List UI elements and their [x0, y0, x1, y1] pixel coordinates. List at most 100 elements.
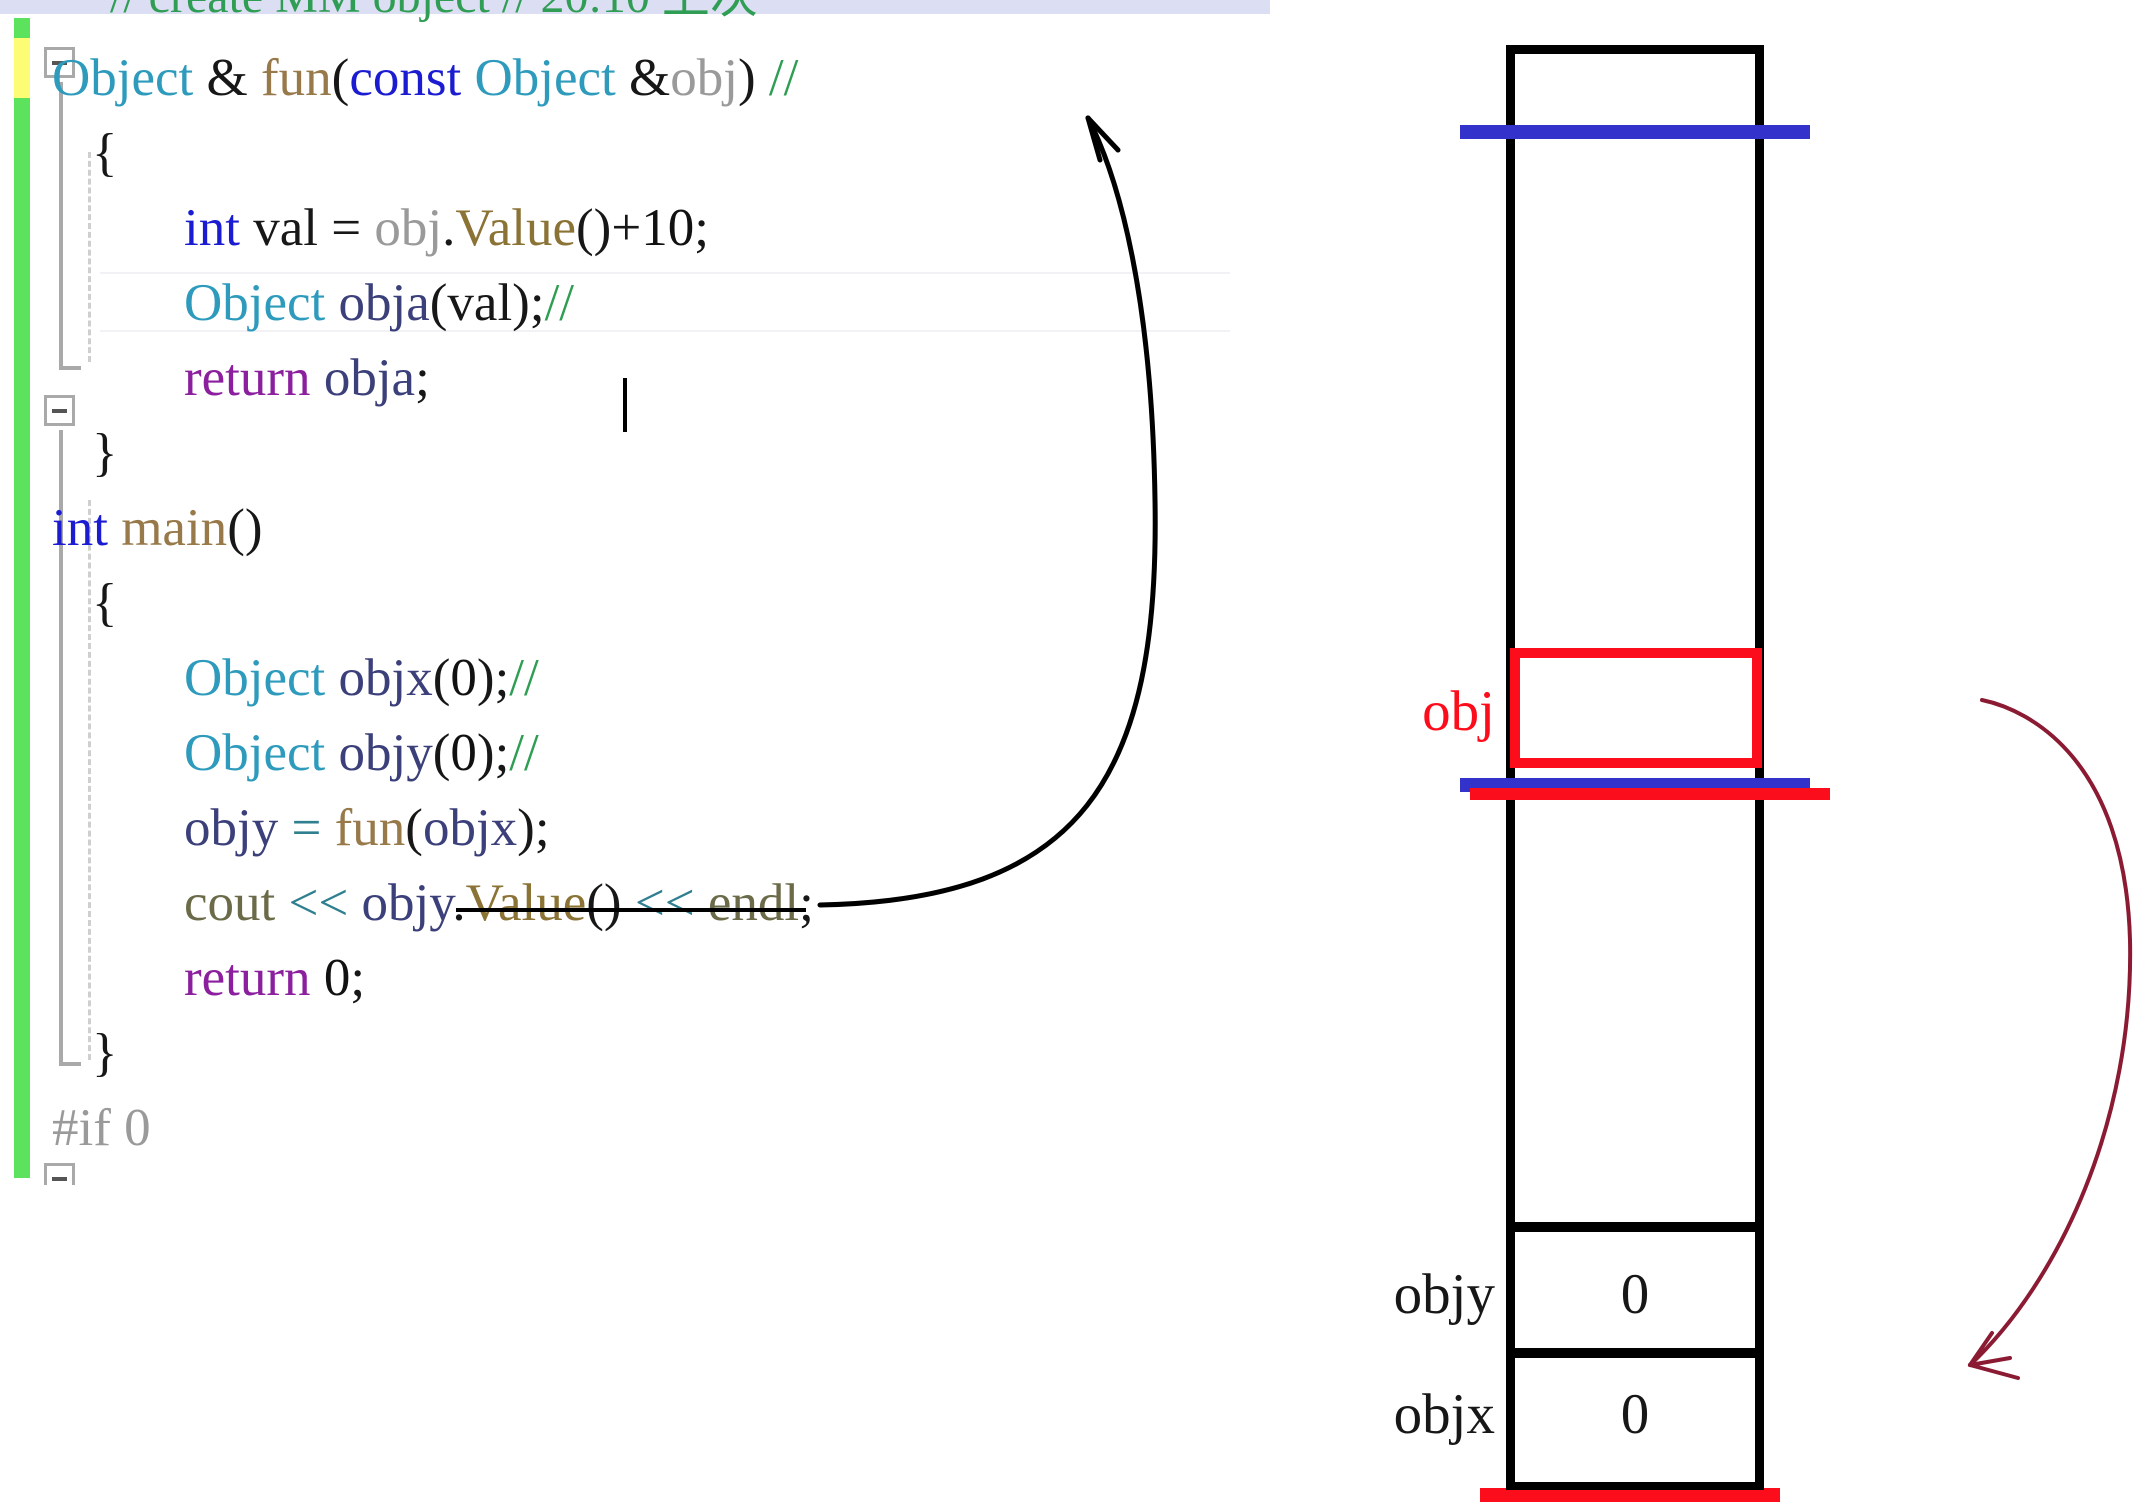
code-token: obja — [323, 349, 416, 407]
fold-toggle-main[interactable] — [44, 395, 75, 426]
code-token: (val); — [429, 274, 545, 332]
code-token: & — [615, 49, 671, 107]
code-token: = — [291, 799, 322, 857]
code-token: } — [92, 424, 118, 482]
code-token: objy — [338, 724, 433, 782]
code-token: #if 0 — [52, 1099, 151, 1157]
code-token: main — [121, 499, 228, 557]
code-token: ( — [331, 49, 350, 107]
code-token: << — [288, 874, 349, 932]
code-token: Object — [184, 724, 326, 782]
code-token: // create MM object // 20:10 上次 — [110, 0, 758, 23]
code-line[interactable]: { — [92, 124, 117, 182]
code-line[interactable]: cout << objy.Value() << endl; — [184, 874, 814, 932]
code-line[interactable]: { — [92, 574, 117, 632]
code-token: objy — [361, 874, 453, 932]
code-token: obja — [338, 274, 430, 332]
code-line[interactable]: // create MM object // 20:10 上次 — [110, 0, 758, 26]
code-token: ( — [432, 724, 451, 782]
code-line[interactable]: objy = fun(objx); — [184, 799, 550, 857]
objx-value: 0 — [1620, 1383, 1650, 1446]
code-token: Object — [474, 49, 616, 107]
fold-toggle-ifzero[interactable] — [44, 1163, 75, 1185]
code-line[interactable]: return 0; — [184, 949, 365, 1007]
code-token: int — [52, 499, 108, 557]
code-line[interactable]: Object obja(val);// — [184, 274, 574, 332]
obj-frame-box — [1510, 648, 1762, 768]
code-line[interactable]: Object objy(0);// — [184, 724, 539, 782]
code-line[interactable]: } — [92, 1024, 117, 1082]
stack-bottom-red-base — [1480, 1488, 1780, 1502]
code-token: fun — [334, 799, 406, 857]
code-line[interactable]: Object objx(0);// — [184, 649, 539, 707]
code-token: // — [544, 274, 575, 332]
stack-bottom-border — [1506, 1482, 1764, 1490]
obj-label: obj — [1422, 680, 1495, 743]
objx-top-border — [1506, 1348, 1764, 1358]
call-site-underline — [456, 908, 806, 912]
code-token: ; — [415, 349, 430, 407]
code-token: . — [442, 199, 456, 257]
gutter-change-marker-saved-2 — [14, 98, 30, 1178]
code-token: ; — [799, 874, 814, 932]
code-token: () — [586, 874, 622, 932]
code-token: Object — [52, 49, 194, 107]
code-token: 0 — [323, 949, 351, 1007]
code-token: cout — [184, 874, 276, 932]
code-token: fun — [261, 49, 332, 107]
code-token: 0 — [450, 724, 477, 782]
objy-label: objy — [1393, 1263, 1495, 1326]
code-token: const — [349, 49, 462, 107]
code-token: val = — [239, 199, 375, 257]
code-token: // — [768, 49, 799, 107]
code-token: Object — [184, 274, 326, 332]
indent-guide-fun-body — [88, 152, 91, 362]
code-token: ) — [737, 49, 756, 107]
code-token: ); — [476, 724, 510, 782]
code-token: // — [509, 649, 539, 707]
stack-top-blue-divider — [1460, 125, 1810, 139]
code-token: return — [184, 949, 311, 1007]
code-token: ( — [405, 799, 423, 857]
black-reference-arrow — [817, 115, 1158, 908]
code-token: << — [634, 874, 695, 932]
fold-bracket-fun — [59, 82, 63, 370]
code-token: Value — [455, 199, 577, 257]
gutter-change-marker-unsaved — [14, 38, 30, 98]
code-line[interactable]: Object & fun(const Object &obj) // — [52, 49, 798, 107]
objy-top-border — [1506, 1222, 1764, 1232]
code-token: return — [184, 349, 311, 407]
code-token: { — [92, 124, 118, 182]
text-caret — [623, 378, 627, 432]
code-token: obj — [670, 49, 738, 107]
code-line[interactable]: int main() — [52, 499, 263, 557]
code-token: objx — [422, 799, 518, 857]
objx-label: objx — [1393, 1383, 1495, 1446]
code-token: { — [92, 574, 118, 632]
code-token: obj — [374, 199, 443, 257]
code-line[interactable]: #if 0 — [52, 1099, 151, 1157]
stack-diagram: obj objy 0 objx 0 — [1270, 0, 2150, 1510]
code-token: objy — [184, 799, 279, 857]
code-line[interactable]: int val = obj.Value()+10; — [184, 199, 709, 257]
code-token: ; — [350, 949, 366, 1007]
code-token: int — [184, 199, 240, 257]
code-token: ()+ — [576, 199, 642, 257]
code-token: objx — [338, 649, 433, 707]
code-line[interactable]: return obja; — [184, 349, 430, 407]
code-token: . — [452, 874, 466, 932]
code-line[interactable]: } — [92, 424, 117, 482]
code-token: Object — [184, 649, 326, 707]
objy-value: 0 — [1620, 1263, 1650, 1326]
code-editor-pane[interactable]: // create MM object // 20:10 上次 Object & … — [0, 0, 1270, 1185]
